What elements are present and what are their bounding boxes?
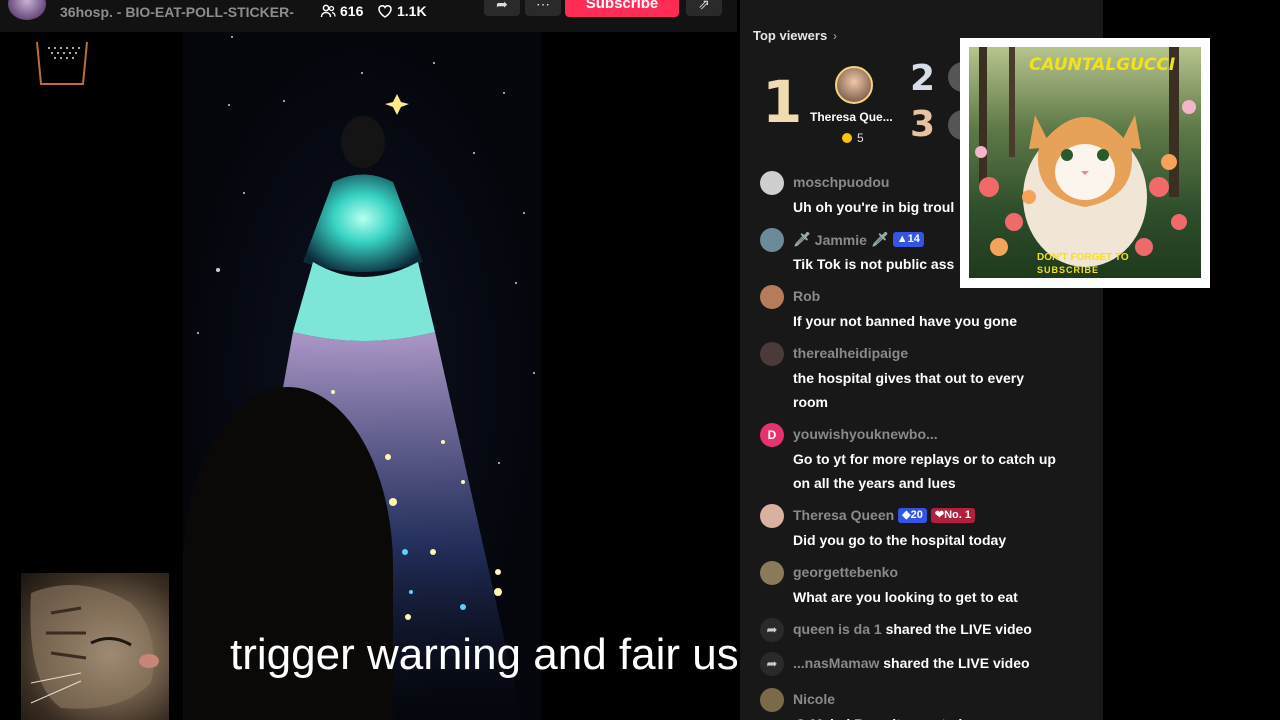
share-arrow-icon: ➦ [760, 652, 784, 676]
chat-text: If your not banned have you gone [793, 313, 1018, 329]
rank-2-number: 2 [910, 58, 936, 99]
like-count-value: 1.1K [397, 3, 427, 19]
more-dots-icon: ⋯ [536, 0, 550, 12]
rank-3-number: 3 [910, 104, 936, 145]
chat-text: the hospital gives that out to every roo… [793, 370, 1025, 410]
share-action: shared the LIVE video [883, 655, 1030, 671]
avatar[interactable] [760, 504, 784, 528]
promo-cta-line2: SUBSCRIBE [1037, 265, 1100, 275]
rank-1-avatar[interactable] [835, 66, 873, 104]
sword-icon: 🗡 [870, 231, 889, 247]
top-viewers-heading[interactable]: Top viewers [753, 28, 827, 43]
chat-username[interactable]: Nicole [793, 691, 835, 707]
avatar[interactable]: D [760, 423, 784, 447]
share-username[interactable]: queen is da 1 [793, 621, 882, 637]
rank-1-number: 1 [762, 68, 803, 136]
caption-text: trigger warning and fair use [230, 630, 737, 679]
collapse-icon: ⇗ [698, 0, 710, 12]
like-count[interactable]: 1.1K [377, 3, 427, 19]
avatar[interactable] [760, 228, 784, 252]
rank-1-coins: 5 [842, 131, 864, 145]
cat-webcam-overlay [21, 573, 169, 720]
lantern-logo-icon [36, 41, 88, 85]
chevron-right-icon[interactable]: › [833, 29, 837, 43]
sleeping-cat-image [30, 585, 159, 709]
avatar[interactable] [760, 561, 784, 585]
viewer-count-value: 616 [340, 3, 364, 19]
cat-in-flowers-artwork: CAUNTALGUCCI DON'T FORGET TO SUBSCRIBE [969, 47, 1201, 278]
rank-badge: ❤No. 1 [930, 507, 975, 523]
rank-1-coin-count: 5 [857, 131, 864, 145]
people-icon [320, 4, 336, 18]
heart-icon [378, 5, 392, 18]
collapse-button[interactable]: ⇗ [686, 0, 722, 16]
share-event-text: ...nasMamaw shared the LIVE video [793, 655, 1030, 671]
viewer-count[interactable]: 616 [320, 3, 363, 19]
avatar[interactable] [760, 285, 784, 309]
share-arrow-icon: ➦ [760, 618, 784, 642]
level-badge: ◆20 [898, 507, 927, 523]
stream-title[interactable]: 36hosp. - BIO-EAT-POLL-STICKER- [60, 4, 294, 20]
avatar[interactable] [760, 171, 784, 195]
chat-username[interactable]: youwishyouknewbo... [793, 426, 938, 442]
chat-username[interactable]: Rob [793, 288, 820, 304]
share-username[interactable]: ...nasMamaw [793, 655, 879, 671]
subscribe-promo-card: CAUNTALGUCCI DON'T FORGET TO SUBSCRIBE [960, 38, 1210, 288]
promo-cta-line1: DON'T FORGET TO [1037, 252, 1129, 263]
chat-username[interactable]: Jammie [815, 232, 867, 248]
chat-text: @ Mabel Rose it goes to her [793, 712, 1063, 720]
avatar[interactable] [760, 342, 784, 366]
chat-username[interactable]: therealheidipaige [793, 345, 908, 361]
share-event-text: queen is da 1 shared the LIVE video [793, 621, 1032, 637]
stream-header: 36hosp. - BIO-EAT-POLL-STICKER- 616 1.1K… [0, 0, 737, 32]
live-video-frame[interactable] [183, 32, 541, 720]
subscribe-button[interactable]: Subscribe [565, 0, 679, 17]
chat-username-row[interactable]: 🗡 Jammie 🗡 ▲14 [793, 231, 924, 248]
avatar[interactable] [760, 688, 784, 712]
chat-username-row[interactable]: Theresa Queen ◆20 ❤No. 1 [793, 507, 975, 523]
chat-username[interactable]: Theresa Queen [793, 507, 894, 523]
level-badge: ▲14 [892, 232, 924, 247]
rank-1-name[interactable]: Theresa Que... [810, 110, 902, 124]
sword-icon: 🗡 [793, 231, 811, 247]
coin-icon [842, 133, 852, 143]
chat-text: What are you looking to get to eat [793, 589, 1018, 605]
host-avatar[interactable] [8, 0, 46, 20]
chat-username[interactable]: georgettebenko [793, 564, 898, 580]
chat-text: Go to yt for more replays or to catch up… [793, 451, 1056, 491]
more-button[interactable]: ⋯ [525, 0, 561, 16]
promo-brand-text: CAUNTALGUCCI [1029, 55, 1176, 75]
share-action: shared the LIVE video [885, 621, 1032, 637]
share-button[interactable]: ➦ [484, 0, 520, 16]
cat-illustration [975, 47, 1196, 267]
chat-text: Did you go to the hospital today [793, 532, 1007, 548]
video-stage[interactable]: trigger warning and fair use [0, 32, 737, 720]
chat-username[interactable]: moschpuodou [793, 174, 889, 190]
share-arrow-icon: ➦ [496, 0, 508, 12]
